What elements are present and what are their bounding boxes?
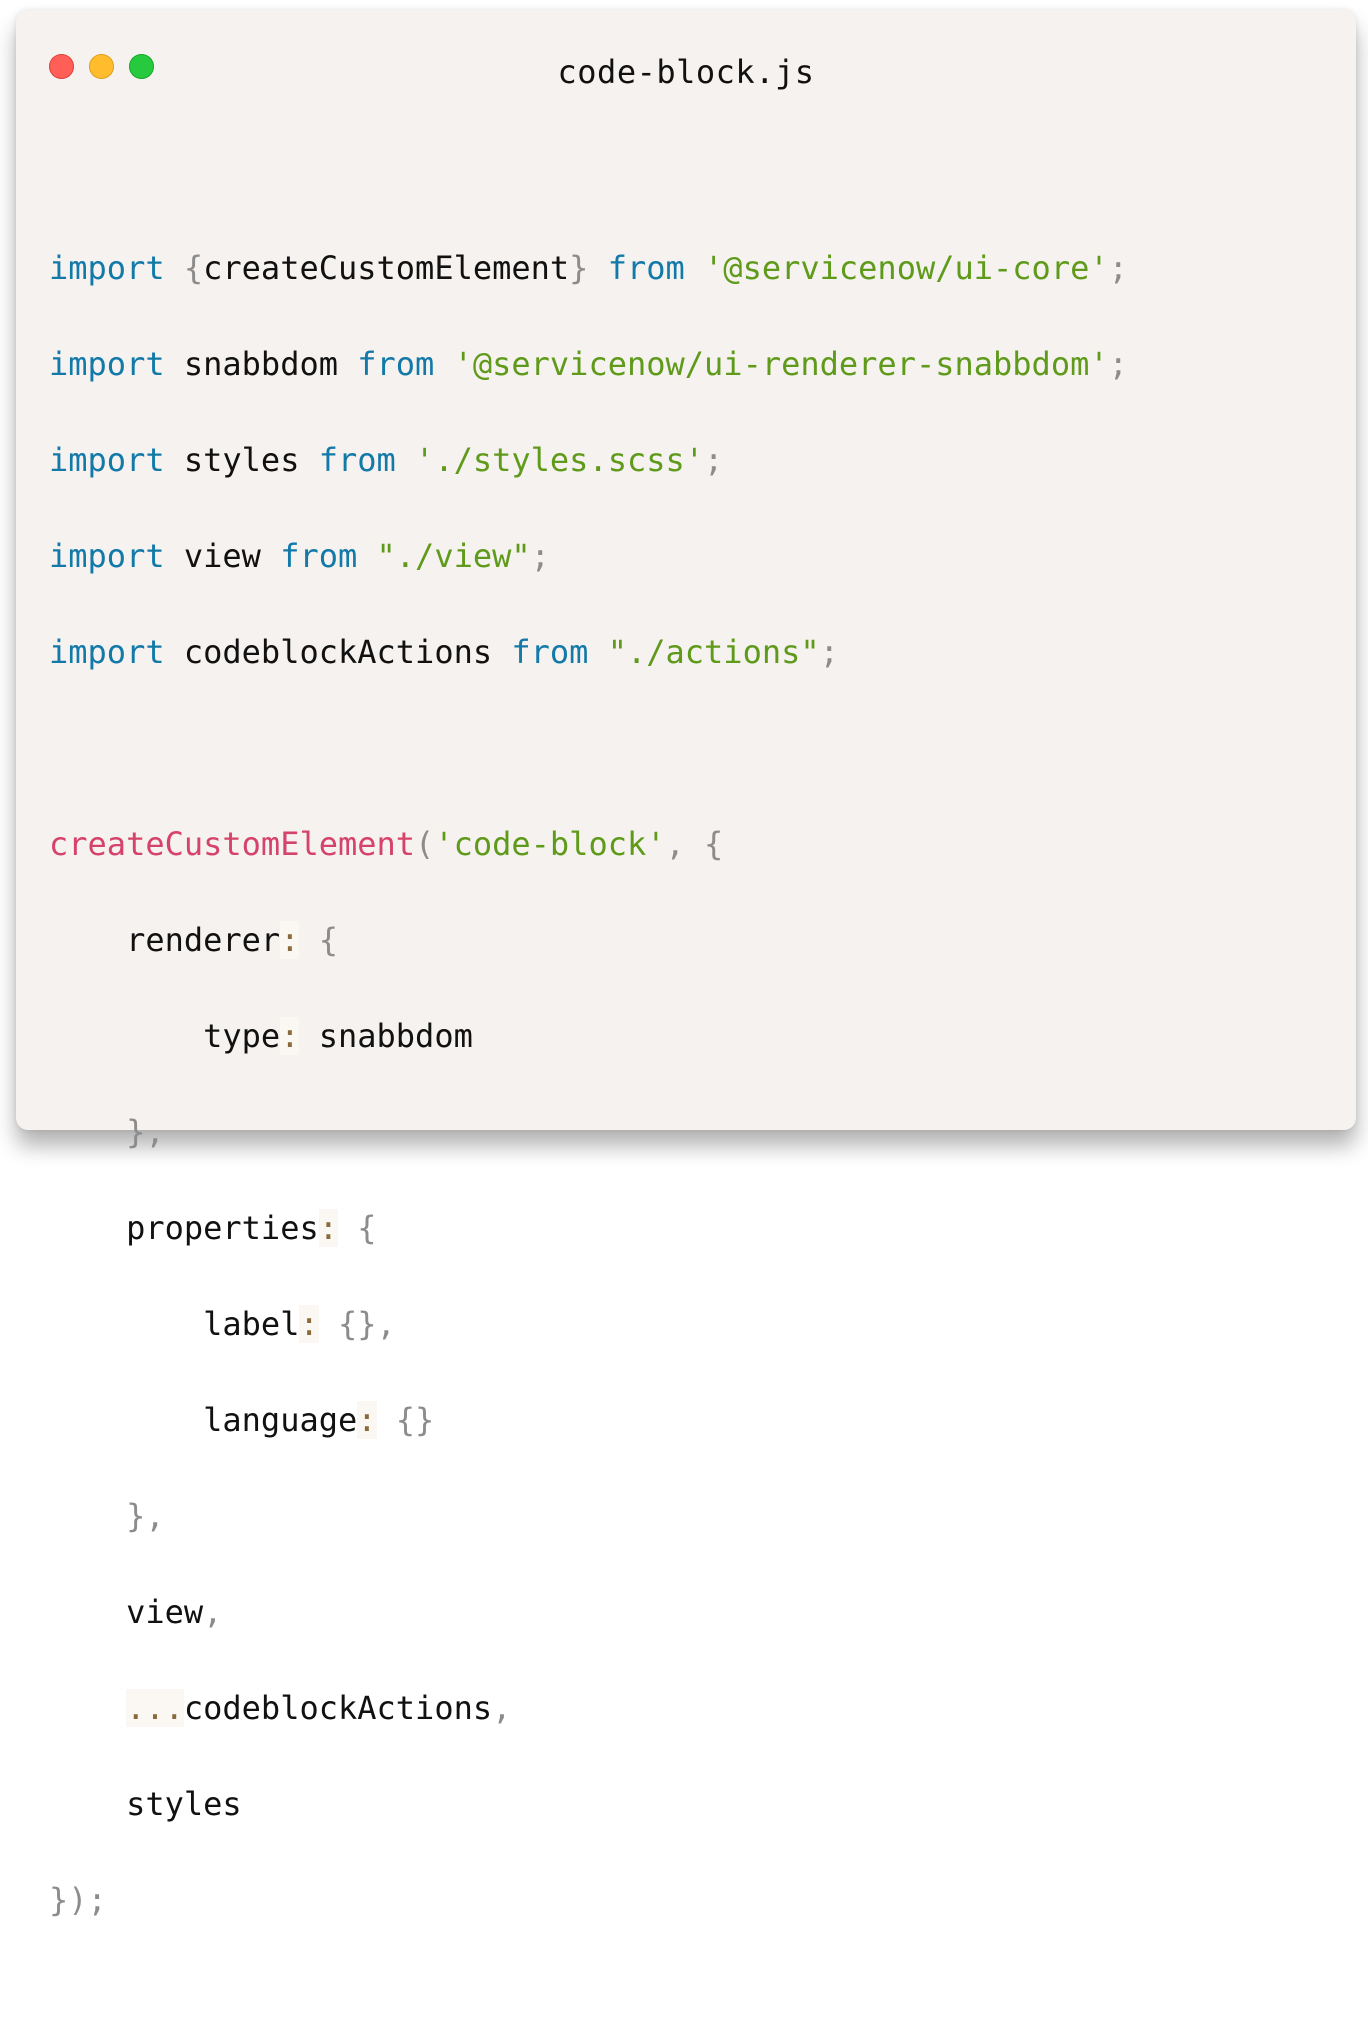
- title-bar: code-block.js: [16, 10, 1356, 120]
- property-key: label: [203, 1305, 300, 1343]
- string-literal: "./actions": [607, 633, 820, 671]
- keyword: from: [280, 537, 358, 575]
- string-literal: '@servicenow/ui-core': [704, 249, 1109, 287]
- punctuation: ,: [665, 825, 685, 863]
- keyword: import: [49, 249, 165, 287]
- colon: :: [318, 1209, 338, 1247]
- punctuation: ;: [1108, 249, 1128, 287]
- keyword: import: [49, 537, 165, 575]
- identifier: snabbdom: [183, 345, 338, 383]
- punctuation: },: [126, 1497, 165, 1535]
- code-line-17: styles: [49, 1780, 1128, 1828]
- punctuation: {: [183, 249, 204, 287]
- keyword: from: [511, 633, 589, 671]
- punctuation: ,: [203, 1593, 223, 1631]
- property-key: language: [203, 1401, 358, 1439]
- code-line-8: renderer: {: [49, 916, 1128, 964]
- code-line-12: label: {},: [49, 1300, 1128, 1348]
- identifier: view: [183, 537, 261, 575]
- identifier: createCustomElement: [203, 249, 570, 287]
- function-name: createCustomElement: [49, 825, 416, 863]
- keyword: from: [607, 249, 685, 287]
- string-literal: './styles.scss': [415, 441, 705, 479]
- punctuation: (: [415, 825, 435, 863]
- code-line-16: ...codeblockActions,: [49, 1684, 1128, 1732]
- punctuation: {: [357, 1209, 377, 1247]
- colon: :: [357, 1401, 377, 1439]
- code-line-2: import snabbdom from '@servicenow/ui-ren…: [49, 340, 1128, 388]
- punctuation: ,: [376, 1305, 396, 1343]
- identifier: styles: [183, 441, 300, 479]
- property-key: properties: [126, 1209, 319, 1247]
- identifier: view: [126, 1593, 204, 1631]
- colon: :: [299, 1305, 319, 1343]
- code-line-3: import styles from './styles.scss';: [49, 436, 1128, 484]
- punctuation: ,: [492, 1689, 512, 1727]
- punctuation: {: [704, 825, 724, 863]
- string-literal: 'code-block': [434, 825, 666, 863]
- identifier: codeblockActions: [183, 633, 493, 671]
- code-line-5: import codeblockActions from "./actions"…: [49, 628, 1128, 676]
- identifier: codeblockActions: [183, 1689, 493, 1727]
- code-line-15: view,: [49, 1588, 1128, 1636]
- punctuation: }: [569, 249, 589, 287]
- code-line-11: properties: {: [49, 1204, 1128, 1252]
- keyword: import: [49, 345, 165, 383]
- keyword: from: [318, 441, 396, 479]
- keyword: import: [49, 633, 165, 671]
- string-literal: '@servicenow/ui-renderer-snabbdom': [453, 345, 1109, 383]
- code-line-4: import view from "./view";: [49, 532, 1128, 580]
- property-value: {}: [337, 1305, 377, 1343]
- code-line-10: },: [49, 1108, 1128, 1156]
- string-literal: "./view": [376, 537, 531, 575]
- colon: :: [280, 1017, 300, 1055]
- code-line-7: createCustomElement('code-block', {: [49, 820, 1128, 868]
- punctuation: },: [126, 1113, 165, 1151]
- code-line-9: type: snabbdom: [49, 1012, 1128, 1060]
- code-block: import {createCustomElement} from '@serv…: [49, 196, 1128, 2020]
- code-line-1: import {createCustomElement} from '@serv…: [49, 244, 1128, 292]
- punctuation: ;: [819, 633, 839, 671]
- property-key: renderer: [126, 921, 281, 959]
- keyword: from: [357, 345, 435, 383]
- spread-operator: ...: [126, 1689, 184, 1727]
- punctuation: });: [49, 1881, 107, 1919]
- code-line-14: },: [49, 1492, 1128, 1540]
- property-value: snabbdom: [318, 1017, 473, 1055]
- code-line-13: language: {}: [49, 1396, 1128, 1444]
- punctuation: ;: [1108, 345, 1128, 383]
- property-value: {}: [395, 1401, 435, 1439]
- property-key: type: [203, 1017, 281, 1055]
- identifier: styles: [126, 1785, 242, 1823]
- punctuation: ;: [704, 441, 724, 479]
- punctuation: {: [318, 921, 338, 959]
- code-line-18: });: [49, 1876, 1128, 1924]
- keyword: import: [49, 441, 165, 479]
- window-title: code-block.js: [557, 53, 815, 91]
- editor-window: code-block.js import {createCustomElemen…: [16, 10, 1356, 1919]
- colon: :: [280, 921, 300, 959]
- punctuation: ;: [530, 537, 550, 575]
